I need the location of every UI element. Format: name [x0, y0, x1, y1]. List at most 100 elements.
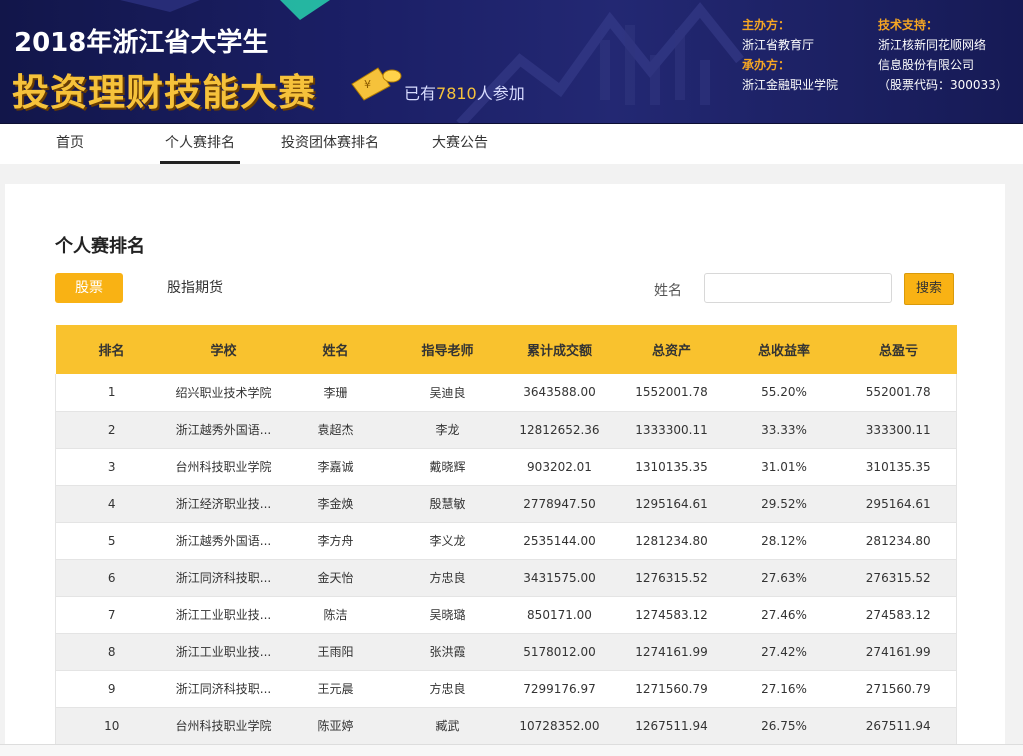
cell-return-rate: 27.63% [727, 559, 841, 597]
column-header-return-rate: 总收益率 [727, 325, 841, 374]
cell-turnover: 7299176.97 [503, 670, 616, 708]
cell-school: 浙江工业职业技... [167, 596, 280, 634]
cell-profit-loss: 552001.78 [840, 374, 957, 412]
banner-main-title: 投资理财技能大赛 [12, 71, 316, 114]
cell-instructor: 李义龙 [391, 522, 504, 560]
cell-name: 李珊 [279, 374, 392, 412]
nav-item-announcements[interactable]: 大赛公告 [430, 124, 490, 164]
cell-total-assets: 1295164.61 [615, 485, 728, 523]
cell-profit-loss: 276315.52 [840, 559, 957, 597]
cell-name: 王元晨 [279, 670, 392, 708]
cell-rank: 4 [55, 485, 168, 523]
banner-year-title: 2018年浙江省大学生 [14, 28, 269, 58]
cell-school: 台州科技职业学院 [167, 448, 280, 486]
tab-stocks[interactable]: 股票 [55, 273, 123, 303]
page-title: 个人赛排名 [55, 236, 145, 257]
nav-item-home[interactable]: 首页 [50, 124, 90, 164]
cell-profit-loss: 267511.94 [840, 707, 957, 745]
cell-profit-loss: 310135.35 [840, 448, 957, 486]
cell-return-rate: 26.75% [727, 707, 841, 745]
cell-rank: 9 [55, 670, 168, 708]
cell-turnover: 5178012.00 [503, 633, 616, 671]
cell-return-rate: 55.20% [727, 374, 841, 412]
cell-profit-loss: 281234.80 [840, 522, 957, 560]
column-header-instructor: 指导老师 [391, 325, 504, 374]
cell-profit-loss: 274161.99 [840, 633, 957, 671]
cell-return-rate: 31.01% [727, 448, 841, 486]
cell-turnover: 2778947.50 [503, 485, 616, 523]
cell-school: 浙江越秀外国语... [167, 411, 280, 449]
host-organizer-info: 主办方： 浙江省教育厅 承办方： 浙江金融职业学院 [742, 15, 838, 95]
tech-support-line2: 信息股份有限公司 [878, 58, 975, 72]
cell-rank: 7 [55, 596, 168, 634]
cell-instructor: 吴迪良 [391, 374, 504, 412]
name-search-label: 姓名 [654, 283, 682, 299]
cell-return-rate: 28.12% [727, 522, 841, 560]
cell-rank: 2 [55, 411, 168, 449]
cell-rank: 8 [55, 633, 168, 671]
cell-rank: 1 [55, 374, 168, 412]
table-row: 4 浙江经济职业技... 李金焕 殷慧敏 2778947.50 1295164.61 29.… [55, 485, 957, 523]
table-row: 7 浙江工业职业技... 陈洁 吴晓璐 850171.00 1274583.12 27.46… [55, 596, 957, 634]
tech-support-line3: （股票代码：300033） [878, 78, 1008, 92]
cell-turnover: 3643588.00 [503, 374, 616, 412]
cell-school: 台州科技职业学院 [167, 707, 280, 745]
cell-name: 陈亚婷 [279, 707, 392, 745]
svg-text:¥: ¥ [364, 78, 371, 91]
cell-return-rate: 27.16% [727, 670, 841, 708]
cell-turnover: 10728352.00 [503, 707, 616, 745]
nav-item-individual-ranking[interactable]: 个人赛排名 [160, 124, 240, 164]
cell-name: 袁超杰 [279, 411, 392, 449]
cell-turnover: 3431575.00 [503, 559, 616, 597]
cell-total-assets: 1333300.11 [615, 411, 728, 449]
cell-school: 浙江同济科技职... [167, 559, 280, 597]
name-search-input[interactable] [704, 273, 892, 303]
table-row: 2 浙江越秀外国语... 袁超杰 李龙 12812652.36 1333300.11 33.… [55, 411, 957, 449]
bottom-bar [0, 744, 1023, 756]
cell-total-assets: 1310135.35 [615, 448, 728, 486]
table-row: 5 浙江越秀外国语... 李方舟 李义龙 2535144.00 1281234.80 28.… [55, 522, 957, 560]
cell-rank: 6 [55, 559, 168, 597]
table-row: 6 浙江同济科技职... 金天怡 方忠良 3431575.00 1276315.52 27.… [55, 559, 957, 597]
cell-total-assets: 1274583.12 [615, 596, 728, 634]
tech-support-info: 技术支持： 浙江核新同花顺网络 信息股份有限公司 （股票代码：300033） [878, 15, 1008, 95]
cell-return-rate: 29.52% [727, 485, 841, 523]
cell-instructor: 殷慧敏 [391, 485, 504, 523]
cell-rank: 3 [55, 448, 168, 486]
cell-rank: 10 [55, 707, 168, 745]
cell-turnover: 2535144.00 [503, 522, 616, 560]
cell-total-assets: 1281234.80 [615, 522, 728, 560]
cell-profit-loss: 271560.79 [840, 670, 957, 708]
cell-instructor: 张洪霞 [391, 633, 504, 671]
cell-total-assets: 1552001.78 [615, 374, 728, 412]
cell-turnover: 12812652.36 [503, 411, 616, 449]
cell-instructor: 方忠良 [391, 559, 504, 597]
cell-return-rate: 27.42% [727, 633, 841, 671]
cell-total-assets: 1274161.99 [615, 633, 728, 671]
ranking-table-body: 1 绍兴职业技术学院 李珊 吴迪良 3643588.00 1552001.78 55.20%… [55, 374, 957, 745]
cell-name: 金天怡 [279, 559, 392, 597]
host-value: 浙江省教育厅 [742, 38, 815, 52]
search-button[interactable]: 搜索 [904, 273, 954, 305]
cell-school: 浙江工业职业技... [167, 633, 280, 671]
column-header-total-assets: 总资产 [615, 325, 728, 374]
column-header-name: 姓名 [279, 325, 392, 374]
nav-item-team-ranking[interactable]: 投资团体赛排名 [280, 124, 380, 164]
cell-profit-loss: 295164.61 [840, 485, 957, 523]
cell-rank: 5 [55, 522, 168, 560]
main-nav: 首页 个人赛排名 投资团体赛排名 大赛公告 [0, 124, 1023, 164]
host-label: 主办方： [742, 18, 791, 32]
cell-profit-loss: 274583.12 [840, 596, 957, 634]
cell-name: 李嘉诚 [279, 448, 392, 486]
table-row: 1 绍兴职业技术学院 李珊 吴迪良 3643588.00 1552001.78 55.20%… [55, 374, 957, 412]
cell-turnover: 850171.00 [503, 596, 616, 634]
cell-name: 李金焕 [279, 485, 392, 523]
tech-support-line1: 浙江核新同花顺网络 [878, 38, 987, 52]
organizer-label: 承办方： [742, 58, 791, 72]
cell-name: 陈洁 [279, 596, 392, 634]
cell-instructor: 李龙 [391, 411, 504, 449]
cell-total-assets: 1271560.79 [615, 670, 728, 708]
table-row: 9 浙江同济科技职... 王元晨 方忠良 7299176.97 1271560.79 27.… [55, 670, 957, 708]
tab-index-futures[interactable]: 股指期货 [155, 273, 235, 303]
column-header-turnover: 累计成交额 [503, 325, 616, 374]
